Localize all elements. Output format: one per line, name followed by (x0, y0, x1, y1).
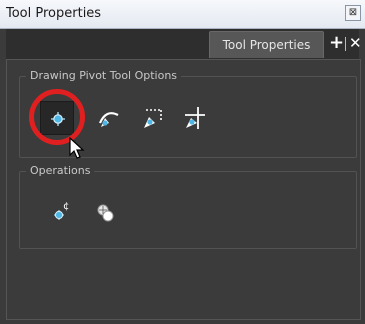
set-pivot-on-stroke-icon[interactable] (92, 101, 126, 135)
set-pivot-on-reference-icon[interactable] (178, 101, 212, 135)
window-title: Tool Properties (6, 6, 102, 21)
set-pivot-on-bounding-box-icon[interactable] (136, 101, 170, 135)
tab-tool-properties[interactable]: Tool Properties (209, 31, 324, 58)
tab-strip: Tool Properties + ✕ (6, 29, 362, 59)
tool-properties-window: Tool Properties ⊠ Tool Properties + ✕ Dr… (0, 0, 365, 324)
pivot-on-center-icon[interactable] (88, 195, 122, 229)
close-tab-icon[interactable]: ✕ (349, 33, 362, 53)
operations-title: Operations (26, 164, 95, 177)
window-close-button[interactable]: ⊠ (345, 5, 361, 21)
add-tab-icon[interactable]: + (329, 33, 344, 53)
tab-separator (345, 37, 346, 51)
svg-text:¢: ¢ (63, 201, 69, 212)
mouse-cursor-icon (69, 137, 85, 159)
drawing-pivot-options-title: Drawing Pivot Tool Options (26, 69, 182, 82)
reset-pivot-icon[interactable]: ¢ (45, 195, 79, 229)
title-bar[interactable]: Tool Properties ⊠ (0, 0, 365, 29)
